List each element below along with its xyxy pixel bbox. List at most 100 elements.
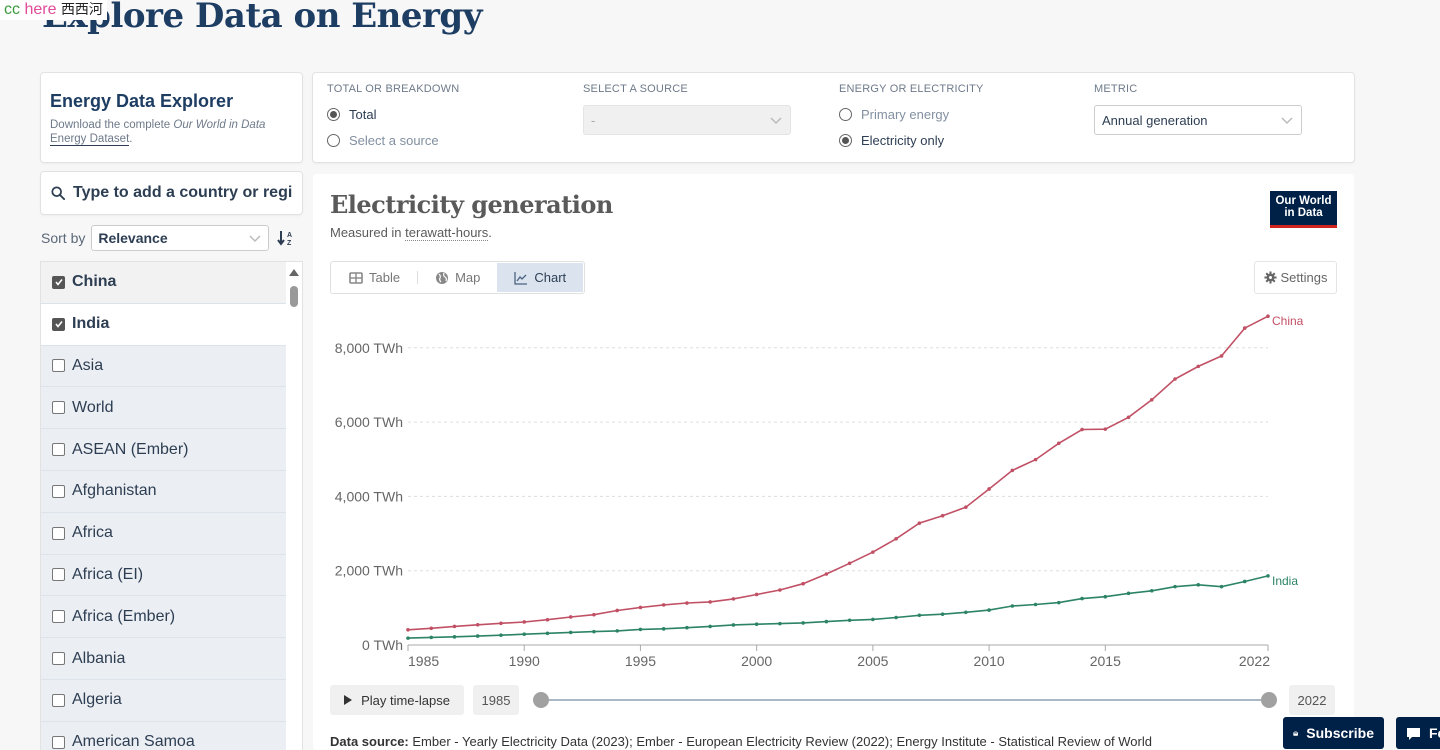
data-point-china[interactable] [545,617,550,622]
data-point-india[interactable] [801,621,805,625]
series-line-india[interactable] [407,575,1269,639]
data-point-china[interactable] [871,550,875,554]
data-point-india[interactable] [940,612,945,616]
radio-unselected-icon[interactable] [327,133,340,147]
source-dropdown[interactable]: - [583,105,791,135]
data-point-china[interactable] [754,592,759,597]
radio-selected-icon[interactable] [839,133,852,147]
data-point-china[interactable] [940,513,945,518]
data-point-china[interactable] [661,603,666,607]
data-point-china[interactable] [1242,326,1247,330]
data-point-china[interactable] [1149,398,1154,402]
data-point-china[interactable] [987,487,991,491]
data-point-china[interactable] [824,572,829,576]
data-point-china[interactable] [638,605,643,610]
data-point-india[interactable] [661,627,666,631]
checkbox-unchecked-icon[interactable] [52,610,65,624]
radio-primary-energy[interactable]: Primary energy [839,101,984,127]
data-point-india[interactable] [1266,574,1270,578]
data-point-china[interactable] [964,505,968,509]
checkbox-unchecked-icon[interactable] [52,568,65,582]
entity-list-item[interactable]: Asia [41,345,286,388]
data-point-china[interactable] [917,521,922,525]
tab-map[interactable]: Map [418,263,497,292]
radio-select-a-source[interactable]: Select a source [327,127,459,153]
data-point-india[interactable] [754,622,759,626]
entity-list-item[interactable]: ASEAN (Ember) [41,429,286,471]
sort-order-icon[interactable]: AZ [277,229,295,247]
data-point-india[interactable] [1173,584,1177,589]
data-point-china[interactable] [708,600,712,604]
data-point-china[interactable] [801,581,805,586]
data-point-india[interactable] [1103,594,1108,599]
entity-list-item[interactable]: Albania [41,638,286,680]
data-point-china[interactable] [429,626,434,631]
data-point-india[interactable] [1010,604,1015,608]
data-point-china[interactable] [568,615,573,619]
owid-logo[interactable]: Our World in Data [1270,191,1337,228]
data-point-india[interactable] [1219,584,1224,589]
entity-list-item[interactable]: Afghanistan [41,470,286,513]
data-point-china[interactable] [592,612,596,617]
data-point-india[interactable] [452,635,457,639]
subscribe-button[interactable]: Subscribe [1283,717,1384,749]
data-point-india[interactable] [917,613,922,618]
data-point-china[interactable] [452,624,457,629]
data-point-china[interactable] [1033,457,1038,462]
data-point-china[interactable] [1266,314,1270,319]
sort-select[interactable]: Relevance [91,225,270,251]
checkbox-unchecked-icon[interactable] [52,359,65,373]
data-point-india[interactable] [545,631,550,636]
scroll-up-arrow-icon[interactable] [289,269,299,276]
checkbox-checked-icon[interactable] [52,275,65,289]
entity-list-item[interactable]: World [41,387,286,430]
data-point-china[interactable] [1126,415,1131,420]
data-point-china[interactable] [1103,427,1108,431]
entity-list-item[interactable]: Africa (EI) [41,554,286,597]
entity-list-scrollbar[interactable] [286,262,302,750]
data-point-india[interactable] [1080,596,1084,601]
checkbox-unchecked-icon[interactable] [52,484,65,498]
series-line-china[interactable] [407,315,1269,631]
data-point-india[interactable] [429,635,434,640]
data-point-china[interactable] [1010,468,1015,473]
tab-table[interactable]: Table [332,263,417,292]
data-point-india[interactable] [499,633,503,637]
data-point-china[interactable] [1173,377,1177,381]
entity-list-item[interactable]: Africa [41,512,286,555]
data-point-india[interactable] [1196,583,1201,587]
checkbox-unchecked-icon[interactable] [52,443,65,457]
data-point-china[interactable] [522,620,527,624]
search-input[interactable] [73,184,292,202]
scroll-thumb[interactable] [290,286,298,307]
data-point-china[interactable] [475,622,480,627]
data-point-india[interactable] [1033,602,1038,607]
unit-definition-link[interactable]: terawatt-hours [405,225,489,241]
checkbox-unchecked-icon[interactable] [52,735,65,749]
data-point-india[interactable] [406,636,410,640]
data-point-china[interactable] [1057,441,1061,446]
data-point-china[interactable] [894,536,898,541]
data-point-india[interactable] [778,621,782,626]
data-point-india[interactable] [638,627,643,632]
radio-electricity-only[interactable]: Electricity only [839,127,984,153]
data-point-china[interactable] [615,608,619,613]
tab-chart[interactable]: Chart [497,263,584,292]
data-point-china[interactable] [1219,354,1224,358]
radio-selected-icon[interactable] [327,107,340,121]
data-point-india[interactable] [615,629,619,633]
data-point-india[interactable] [731,623,736,627]
data-point-india[interactable] [1242,579,1247,584]
data-point-china[interactable] [406,627,410,632]
data-point-india[interactable] [522,632,527,637]
checkbox-unchecked-icon[interactable] [52,652,65,666]
data-point-china[interactable] [685,601,689,605]
data-point-china[interactable] [499,621,503,626]
data-point-india[interactable] [847,618,852,623]
play-timelapse-button[interactable]: Play time-lapse [330,685,464,715]
metric-dropdown[interactable]: Annual generation [1094,105,1302,135]
data-point-india[interactable] [1057,600,1061,605]
entity-list-item[interactable]: Algeria [41,679,286,722]
data-point-india[interactable] [964,610,968,615]
feedback-button[interactable]: Feedback [1396,717,1440,749]
